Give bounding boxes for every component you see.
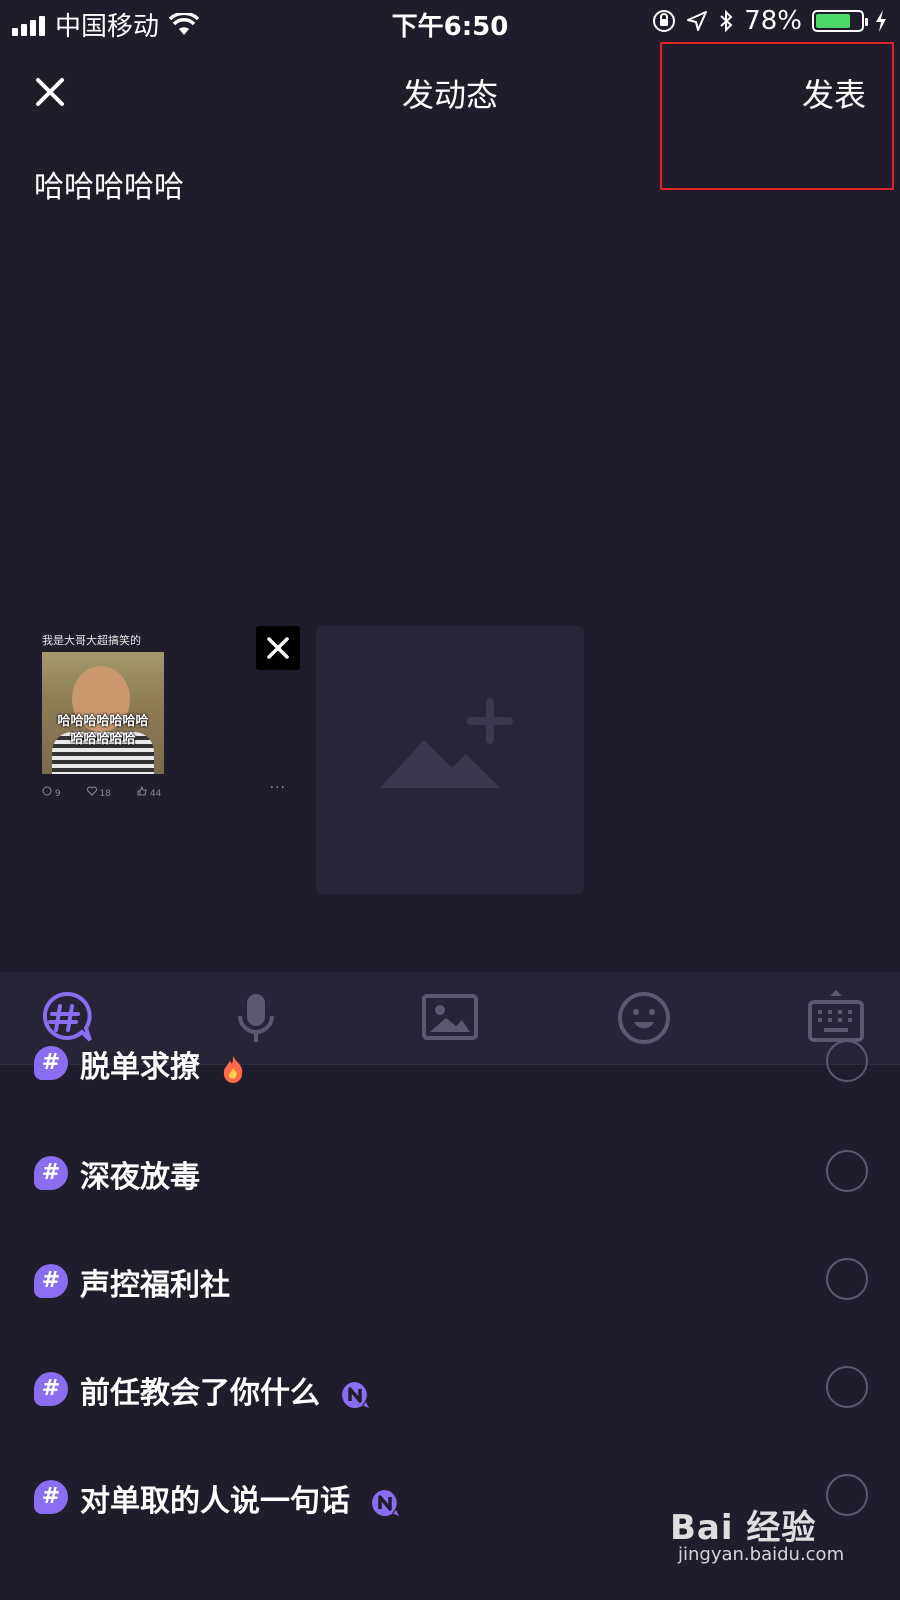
status-bar: 中国移动 下午6:50 78%	[0, 0, 900, 44]
topic-hash-icon: #	[34, 1046, 68, 1080]
topic-label-text: 脱单求撩	[80, 1050, 200, 1085]
battery-percent: 78%	[744, 6, 802, 36]
topic-label: 深夜放毒	[80, 1160, 200, 1195]
image-caption: 我是大哥大超搞笑的	[42, 634, 141, 647]
comment-icon	[42, 786, 52, 796]
post-text-input[interactable]: 哈哈哈哈哈	[34, 162, 184, 206]
like-stat: 44	[137, 785, 162, 799]
topic-hash-icon: #	[34, 1480, 68, 1514]
topic-radio[interactable]	[826, 1258, 868, 1300]
topic-hash-icon: #	[34, 1372, 68, 1406]
topic-label-text: 前任教会了你什么	[80, 1376, 320, 1411]
topic-radio[interactable]	[826, 1040, 868, 1082]
topic-label: 声控福利社	[80, 1268, 230, 1303]
topic-item[interactable]: # 深夜放毒	[0, 1128, 900, 1236]
like-icon	[137, 785, 147, 796]
location-icon	[687, 11, 708, 31]
remove-image-icon[interactable]	[256, 626, 300, 670]
new-badge-icon	[372, 1489, 400, 1516]
topic-label: 对单取的人说一句话	[80, 1476, 400, 1520]
image-photo: 哈哈哈哈哈哈哈 哈哈哈哈哈	[42, 652, 164, 774]
topic-hash-icon: #	[34, 1264, 68, 1298]
comment-stat: 9	[42, 786, 61, 799]
topic-item[interactable]: # 前任教会了你什么	[0, 1344, 900, 1452]
hot-fire-icon	[224, 1055, 243, 1083]
topic-radio[interactable]	[826, 1366, 868, 1408]
orientation-lock-icon	[653, 10, 676, 32]
image-text-line2: 哈哈哈哈哈	[70, 732, 136, 747]
baidu-jingyan-watermark: Bai 经验 jingyan.baidu.com	[670, 1500, 870, 1570]
like-count: 44	[149, 789, 162, 799]
add-image-button[interactable]	[316, 626, 584, 894]
topic-label-text: 对单取的人说一句话	[80, 1484, 350, 1519]
battery-icon	[812, 10, 868, 32]
topic-label: 前任教会了你什么	[80, 1368, 370, 1412]
highlight-box	[660, 42, 894, 190]
watermark-brand: Bai 经验	[670, 1508, 817, 1548]
topic-item[interactable]: # 声控福利社	[0, 1236, 900, 1344]
favorite-stat: 18	[86, 786, 111, 799]
topic-radio[interactable]	[826, 1150, 868, 1192]
charging-icon	[876, 10, 886, 32]
bluetooth-icon	[720, 9, 733, 33]
watermark-url: jingyan.baidu.com	[678, 1544, 845, 1565]
topic-hash-icon: #	[34, 1156, 68, 1190]
topic-item[interactable]: # 脱单求撩	[0, 1020, 900, 1128]
new-badge-icon	[342, 1381, 370, 1408]
comment-count: 9	[54, 789, 61, 799]
topic-label: 脱单求撩	[80, 1042, 246, 1086]
favorite-count: 18	[99, 789, 111, 799]
more-icon: ···	[269, 780, 286, 796]
add-photo-icon	[380, 698, 513, 788]
image-stats: 9 18 44	[42, 785, 162, 799]
image-text-line1: 哈哈哈哈哈哈哈	[57, 714, 149, 729]
favorite-icon	[86, 786, 97, 796]
